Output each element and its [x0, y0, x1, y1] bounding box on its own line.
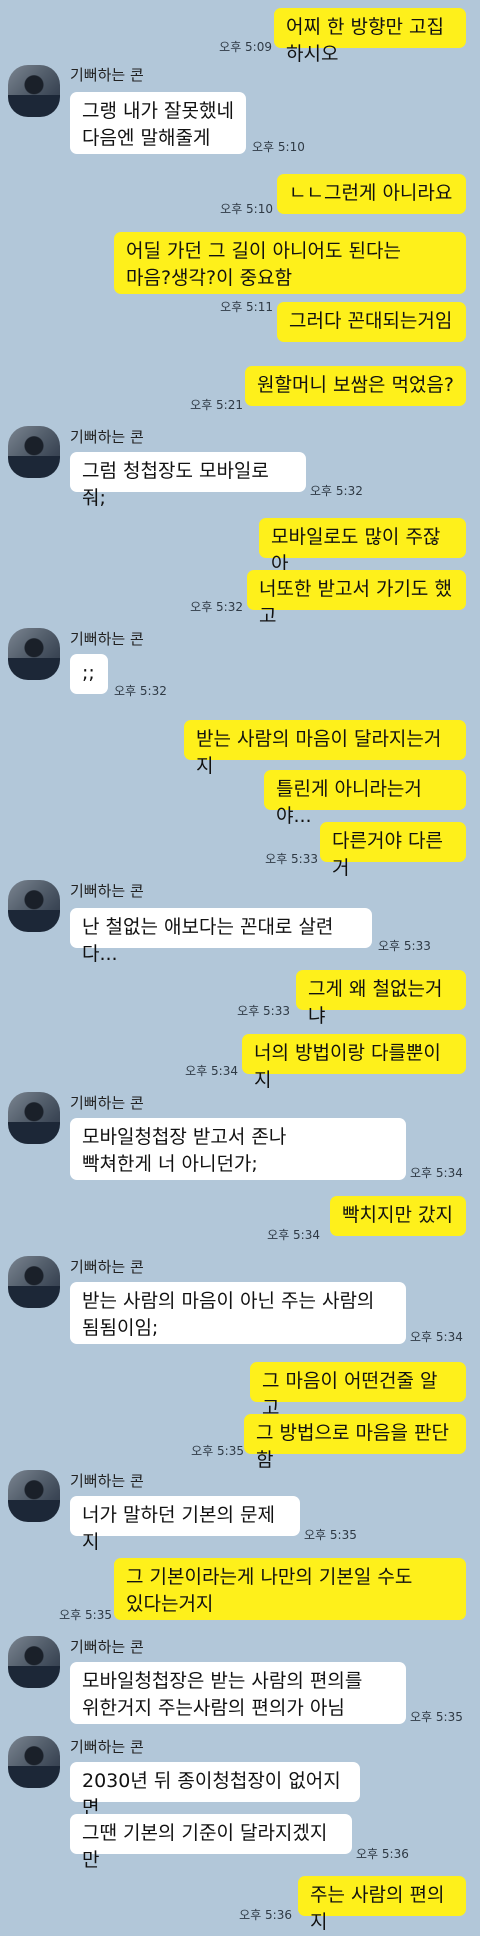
- outgoing-message[interactable]: 그게 왜 철없는거냐: [296, 970, 466, 1027]
- avatar[interactable]: [8, 1092, 60, 1144]
- incoming-message[interactable]: 받는 사람의 마음이 아닌 주는 사람의 됨됨이임;: [70, 1282, 406, 1344]
- message-time: 오후 5:35: [304, 1528, 357, 1542]
- incoming-message[interactable]: 모바일청첩장 받고서 존나 빡쳐한게 너 아니던가;: [70, 1118, 406, 1180]
- avatar[interactable]: [8, 1636, 60, 1688]
- outgoing-message[interactable]: 주는 사람의 편의지: [298, 1876, 466, 1933]
- avatar[interactable]: [8, 1256, 60, 1308]
- message-time: 오후 5:34: [410, 1166, 463, 1180]
- outgoing-message[interactable]: 다른거야 다른거: [320, 822, 466, 879]
- sender-name: 기뻐하는 콘: [70, 1738, 144, 1756]
- avatar[interactable]: [8, 426, 60, 478]
- message-time: 오후 5:35: [59, 1608, 112, 1622]
- chat-log[interactable]: 오후 5:09 어찌 한 방향만 고집하시오 기뻐하는 콘 그랭 내가 잘못했네…: [0, 0, 480, 1935]
- outgoing-message[interactable]: 원할머니 보쌈은 먹었음?: [245, 366, 466, 406]
- outgoing-message[interactable]: 어딜 가던 그 길이 아니어도 된다는 마음?생각?이 중요함: [114, 232, 466, 294]
- sender-name: 기뻐하는 콘: [70, 428, 144, 446]
- outgoing-message[interactable]: ㄴㄴ그런게 아니라요: [277, 174, 466, 214]
- message-time: 오후 5:33: [237, 1004, 290, 1018]
- message-time: 오후 5:33: [378, 939, 431, 953]
- sender-name: 기뻐하는 콘: [70, 1472, 144, 1490]
- message-time: 오후 5:36: [356, 1847, 409, 1861]
- avatar[interactable]: [8, 1470, 60, 1522]
- message-time: 오후 5:10: [252, 140, 305, 154]
- message-time: 오후 5:35: [410, 1710, 463, 1724]
- message-time: 오후 5:10: [220, 202, 273, 216]
- sender-name: 기뻐하는 콘: [70, 66, 144, 84]
- message-time: 오후 5:36: [239, 1908, 292, 1922]
- incoming-message[interactable]: ;;: [70, 654, 108, 694]
- outgoing-message[interactable]: 그 방법으로 마음을 판단함: [244, 1414, 466, 1471]
- sender-name: 기뻐하는 콘: [70, 1638, 144, 1656]
- message-time: 오후 5:32: [190, 600, 243, 614]
- outgoing-message[interactable]: 너또한 받고서 가기도 했고: [247, 570, 466, 627]
- avatar[interactable]: [8, 628, 60, 680]
- outgoing-message[interactable]: 받는 사람의 마음이 달라지는거지: [184, 720, 466, 777]
- sender-name: 기뻐하는 콘: [70, 1258, 144, 1276]
- outgoing-message[interactable]: 그 기본이라는게 나만의 기본일 수도 있다는거지: [114, 1558, 466, 1620]
- message-time: 오후 5:32: [114, 684, 167, 698]
- incoming-message[interactable]: 그럼 청첩장도 모바일로 줘;: [70, 452, 306, 509]
- incoming-message[interactable]: 그랭 내가 잘못했네 다음엔 말해줄게: [70, 92, 246, 154]
- message-time: 오후 5:33: [265, 852, 318, 866]
- avatar[interactable]: [8, 65, 60, 117]
- outgoing-message[interactable]: 모바일로도 많이 주잖아: [259, 518, 466, 575]
- incoming-message[interactable]: 모바일청첩장은 받는 사람의 편의를 위한거지 주는사람의 편의가 아님: [70, 1662, 406, 1724]
- avatar[interactable]: [8, 880, 60, 932]
- outgoing-message[interactable]: 빡치지만 갔지: [330, 1196, 466, 1236]
- sender-name: 기뻐하는 콘: [70, 882, 144, 900]
- message-time: 오후 5:34: [410, 1330, 463, 1344]
- message-time: 오후 5:21: [190, 398, 243, 412]
- avatar[interactable]: [8, 1736, 60, 1788]
- outgoing-message[interactable]: 틀린게 아니라는거야...: [264, 770, 466, 827]
- outgoing-message[interactable]: 그러다 꼰대되는거임: [277, 302, 466, 342]
- message-time: 오후 5:34: [267, 1228, 320, 1242]
- sender-name: 기뻐하는 콘: [70, 1094, 144, 1112]
- outgoing-message[interactable]: 너의 방법이랑 다를뿐이지: [242, 1034, 466, 1091]
- message-time: 오후 5:09: [219, 40, 272, 54]
- message-time: 오후 5:35: [191, 1444, 244, 1458]
- message-time: 오후 5:32: [310, 484, 363, 498]
- message-time: 오후 5:34: [185, 1064, 238, 1078]
- sender-name: 기뻐하는 콘: [70, 630, 144, 648]
- incoming-message[interactable]: 2030년 뒤 종이청첩장이 없어지면: [70, 1762, 360, 1819]
- outgoing-message[interactable]: 그 마음이 어떤건줄 알고: [250, 1362, 466, 1419]
- message-time: 오후 5:11: [220, 300, 273, 314]
- outgoing-message[interactable]: 어찌 한 방향만 고집하시오: [274, 8, 466, 65]
- incoming-message[interactable]: 그땐 기본의 기준이 달라지겠지만: [70, 1814, 352, 1871]
- incoming-message[interactable]: 난 철없는 애보다는 꼰대로 살련다...: [70, 908, 372, 965]
- incoming-message[interactable]: 너가 말하던 기본의 문제지: [70, 1496, 300, 1553]
